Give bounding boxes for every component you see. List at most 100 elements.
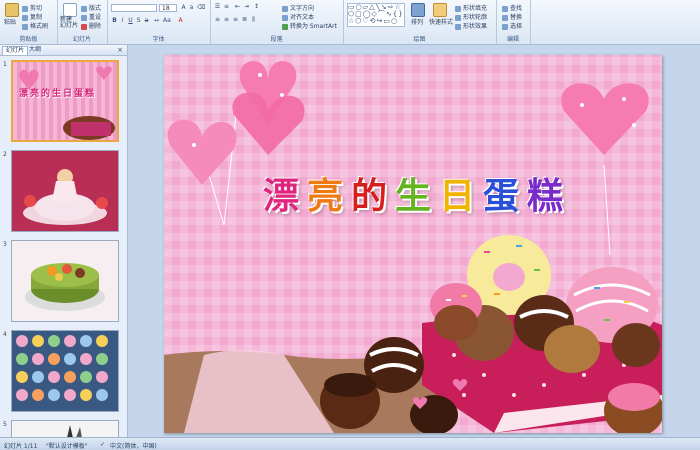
delete-button[interactable]: 删除 <box>81 21 101 30</box>
drawing-group-label: 绘图 <box>413 36 426 43</box>
shapes-gallery[interactable]: ▭○▱△╲↘⇨☆ ⬠▢◯◇⌒∿{} ☆⬡♡⟲↪▭○ <box>347 3 405 27</box>
slide-title[interactable]: 漂亮的生日蛋糕 <box>202 167 632 219</box>
find-button[interactable]: 查找 <box>502 3 522 12</box>
slides-panel: 幻灯片 大纲 × 1 漂亮的生日蛋糕 2 3 4 5 <box>0 45 128 437</box>
slides-group-label: 幻灯片 <box>72 36 91 43</box>
bullets-icon[interactable]: ☰ <box>214 3 221 10</box>
text-direction-label: 文字方向 <box>290 5 315 12</box>
tab-outline[interactable]: 大纲 <box>26 46 44 54</box>
layout-label: 版式 <box>89 5 102 12</box>
title-char: 蛋 <box>483 176 528 217</box>
thumbnail-5-art <box>67 425 82 437</box>
thumbnail-1-title: 漂亮的生日蛋糕 <box>19 89 97 99</box>
clipboard-group-label: 剪贴板 <box>19 36 38 43</box>
thumbnail-slide-4[interactable] <box>11 330 119 412</box>
shrink-font-icon[interactable]: a <box>188 4 195 11</box>
spellcheck-icon[interactable]: ✓ <box>100 441 105 448</box>
thumbnail-number: 4 <box>3 331 7 338</box>
underline-icon[interactable]: U <box>127 17 134 24</box>
thumbnail-slide-2[interactable] <box>11 150 119 232</box>
replace-button[interactable]: 替换 <box>502 12 522 21</box>
strikethrough-icon[interactable]: a <box>143 17 150 24</box>
new-slide-button[interactable]: 新建 幻灯片 <box>60 17 78 29</box>
align-right-icon[interactable]: ≡ <box>232 16 239 23</box>
align-text-icon <box>282 14 288 21</box>
copy-button[interactable]: 复制 <box>22 12 42 21</box>
thumbnail-slide-3[interactable] <box>11 240 119 322</box>
grow-font-icon[interactable]: A <box>180 4 187 11</box>
thumbnail-slide-5[interactable] <box>11 420 119 437</box>
close-icon[interactable]: × <box>117 46 123 54</box>
thumbnail-number: 1 <box>3 61 7 68</box>
title-char: 漂 <box>262 176 307 217</box>
thumbnail-slide-1[interactable]: 漂亮的生日蛋糕 <box>11 60 119 142</box>
cut-label: 剪切 <box>30 5 43 12</box>
thumbnail-3-art <box>25 263 105 311</box>
effects-icon <box>455 23 461 30</box>
align-left-icon[interactable]: ≡ <box>214 16 221 23</box>
copy-label: 复制 <box>30 14 43 21</box>
paragraph-group: ☰ ≡ ⇤ ⇥ ↕ ≡ ≡ ≡ ≣ ⫼ 文字方向 对齐文本 转换为 SmartA… <box>210 0 344 44</box>
paste-button[interactable]: 粘贴 <box>4 17 16 26</box>
panel-tabs: 幻灯片 大纲 × <box>0 45 127 56</box>
paste-icon <box>5 3 19 17</box>
thumbnail-1-art <box>19 66 115 140</box>
reset-button[interactable]: 重设 <box>81 12 101 21</box>
thumb-box <box>71 122 111 136</box>
replace-label: 替换 <box>510 14 523 21</box>
shape-outline-label: 形状轮廓 <box>463 14 488 21</box>
select-button[interactable]: 选择 <box>502 21 522 30</box>
copy-icon <box>22 14 28 21</box>
smartart-button[interactable]: 转换为 SmartArt <box>282 21 337 30</box>
font-name-combo[interactable] <box>111 4 157 12</box>
shape-fill-label: 形状填充 <box>463 5 488 12</box>
align-center-icon[interactable]: ≡ <box>223 16 230 23</box>
layout-icon <box>81 5 87 12</box>
shape-outline-button[interactable]: 形状轮廓 <box>455 12 487 21</box>
fill-icon <box>455 5 461 12</box>
slide[interactable]: 漂亮的生日蛋糕 <box>164 55 662 433</box>
text-direction-button[interactable]: 文字方向 <box>282 3 314 12</box>
heart-balloon-icon <box>561 83 649 155</box>
numbering-icon[interactable]: ≡ <box>223 3 230 10</box>
spacing-icon[interactable]: ↔ <box>153 17 160 24</box>
format-painter-button[interactable]: 格式刷 <box>22 21 48 30</box>
shape-effects-button[interactable]: 形状效果 <box>455 21 487 30</box>
justify-icon[interactable]: ≣ <box>241 16 248 23</box>
editing-group-label: 编辑 <box>506 36 519 43</box>
layout-button[interactable]: 版式 <box>81 3 101 12</box>
clear-format-icon[interactable]: ⌫ <box>197 4 205 11</box>
align-text-button[interactable]: 对齐文本 <box>282 12 314 21</box>
clipboard-group: 粘贴 剪切 复制 格式刷 剪贴板 <box>0 0 58 44</box>
font-group: 18 A a ⌫ B I U S a ↔ Aa A 字体 <box>107 0 211 44</box>
find-icon <box>502 5 508 12</box>
tab-slides[interactable]: 幻灯片 <box>2 46 29 55</box>
replace-icon <box>502 14 508 21</box>
shadow-icon[interactable]: S <box>135 17 142 24</box>
format-painter-label: 格式刷 <box>30 23 49 30</box>
italic-icon[interactable]: I <box>119 17 126 24</box>
columns-icon[interactable]: ⫼ <box>250 16 257 23</box>
quick-styles-icon <box>433 3 447 17</box>
bold-icon[interactable]: B <box>111 17 118 24</box>
change-case-icon[interactable]: Aa <box>163 17 171 24</box>
select-icon <box>502 23 508 30</box>
font-size-combo[interactable]: 18 <box>159 4 177 12</box>
thumbnail-2-art <box>12 151 118 231</box>
slide-canvas: 漂亮的生日蛋糕 <box>128 45 700 437</box>
arrange-button[interactable]: 排列 <box>411 17 423 26</box>
status-bar: 幻灯片 1/11 "默认设计模板" ✓ 中文(简体，中国) <box>0 437 700 450</box>
text-direction-icon <box>282 5 288 12</box>
ribbon: 粘贴 剪切 复制 格式刷 剪贴板 新建 幻灯片 版式 重设 删除 幻灯片 18 … <box>0 0 700 45</box>
cut-button[interactable]: 剪切 <box>22 3 42 12</box>
cookie <box>544 325 600 373</box>
title-char: 糕 <box>527 176 572 217</box>
decrease-indent-icon[interactable]: ⇤ <box>234 3 241 10</box>
donut-hole <box>493 263 525 291</box>
quick-styles-button[interactable]: 快速样式 <box>429 17 453 26</box>
font-color-icon[interactable]: A <box>177 17 184 24</box>
increase-indent-icon[interactable]: ⇥ <box>243 3 250 10</box>
shape-effects-label: 形状效果 <box>463 23 488 30</box>
shape-fill-button[interactable]: 形状填充 <box>455 3 487 12</box>
line-spacing-icon[interactable]: ↕ <box>253 3 260 10</box>
